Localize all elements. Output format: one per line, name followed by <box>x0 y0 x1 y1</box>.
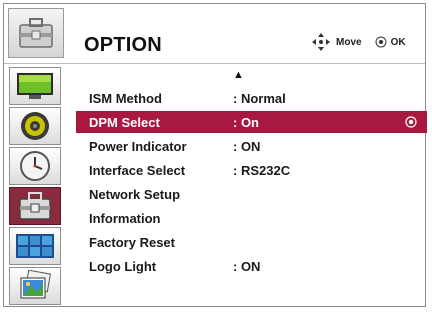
menu-item-network-setup[interactable]: Network Setup <box>76 183 427 205</box>
key-hints: Move OK <box>311 32 406 52</box>
move-hint-label: Move <box>336 36 362 48</box>
page-title: OPTION <box>84 34 162 56</box>
sidebar-item-time[interactable] <box>9 147 61 185</box>
menu-item-label: Network Setup <box>89 186 181 202</box>
menu-item-label: Interface Select <box>89 162 186 178</box>
four-way-arrow-icon <box>312 33 330 51</box>
menu-item-label: Information <box>89 210 161 226</box>
sidebar-item-picture-id[interactable] <box>9 267 61 305</box>
option-menu: ▲ ISM Method : Normal DPM Select : On Po… <box>76 65 427 307</box>
menu-item-label: Logo Light <box>89 258 157 274</box>
enter-button-icon <box>405 116 417 128</box>
menu-item-value: : RS232C <box>233 162 291 178</box>
osd-window: OPTION Move OK ▲ ISM Method: Normal DPM… <box>3 3 427 307</box>
menu-item-factory-reset[interactable]: Factory Reset <box>76 231 427 253</box>
menu-item-label: Power Indicator <box>89 138 187 154</box>
photo-icon <box>20 270 51 299</box>
scroll-up-icon[interactable]: ▲ <box>233 69 244 81</box>
category-sidebar <box>4 65 66 307</box>
menu-item-label: Factory Reset <box>89 234 175 250</box>
toolbox-icon <box>19 192 51 220</box>
menu-item-value: : ON <box>233 138 261 154</box>
menu-item-label: ISM Method <box>89 90 162 106</box>
ok-hint-label: OK <box>390 36 406 48</box>
tile-screens-icon <box>16 234 54 258</box>
enter-button-icon <box>375 36 387 48</box>
sidebar-item-audio[interactable] <box>9 107 61 145</box>
sidebar-item-option[interactable] <box>9 187 61 225</box>
speaker-icon <box>21 112 49 140</box>
menu-item-value: : ON <box>233 258 261 274</box>
menu-item-value: : Normal <box>233 90 286 106</box>
menu-item-power-indicator[interactable]: Power Indicator : ON <box>76 135 427 157</box>
toolbox-icon <box>8 8 64 58</box>
sidebar-item-tile[interactable] <box>9 227 61 265</box>
menu-item-interface-select[interactable]: Interface Select : RS232C <box>76 159 427 181</box>
menu-item-logo-light[interactable]: Logo Light : ON <box>76 255 427 277</box>
menu-item-dpm-select[interactable]: DPM Select : On <box>76 111 427 133</box>
menu-item-label: DPM Select <box>89 114 160 130</box>
menu-item-value: : On <box>233 114 259 130</box>
clock-icon <box>20 151 50 181</box>
menu-item-ism-method[interactable]: ISM Method : Normal <box>76 87 427 109</box>
monitor-icon <box>17 73 53 99</box>
menu-item-information[interactable]: Information <box>76 207 427 229</box>
sidebar-item-picture[interactable] <box>9 67 61 105</box>
header: OPTION Move OK <box>4 4 425 64</box>
